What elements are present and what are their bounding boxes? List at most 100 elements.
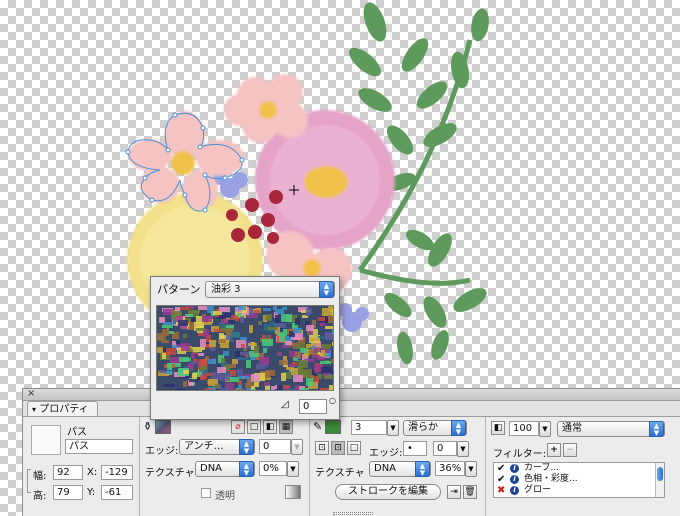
object-type-label: パス (67, 427, 87, 438)
divider (485, 417, 486, 516)
filter-scrollbar[interactable] (655, 463, 664, 497)
opacity-field[interactable]: 100 (509, 421, 539, 436)
stroke-size-arrow-icon[interactable]: ▼ (387, 420, 399, 436)
fill-texture-dropdown[interactable]: DNA ▲ ▼ (195, 461, 255, 477)
filter-name: グロー (524, 485, 552, 495)
fill-edge-mode: アンチ… (184, 441, 224, 452)
chevron-updown-icon: ▲ ▼ (319, 281, 334, 298)
opacity-icon: ◧ (491, 421, 505, 435)
width-field[interactable]: 92 (53, 465, 83, 480)
x-field[interactable]: -129 (101, 465, 133, 480)
pattern-preview (156, 305, 334, 391)
stroke-edge-label: エッジ: (369, 448, 403, 459)
solid-fill-icon[interactable]: □ (247, 420, 261, 434)
chevron-updown-icon: ▲ ▼ (415, 461, 430, 477)
fill-edge-value[interactable]: 0 (259, 439, 291, 454)
stroke-texture-value: DNA (374, 463, 397, 474)
stroke-texture-dropdown[interactable]: DNA ▲ ▼ (369, 461, 431, 477)
pattern-fill-icon[interactable]: ▦ (279, 420, 293, 434)
pattern-title: パターン (157, 283, 201, 296)
paint-bucket-icon: ⚱ (143, 420, 153, 433)
remove-filter-icon[interactable]: − (563, 443, 577, 457)
checkmark-icon[interactable]: ✔ (497, 463, 505, 474)
stroke-color-swatch[interactable] (325, 420, 341, 434)
blend-mode-dropdown[interactable]: 通常 ▲ ▼ (557, 421, 665, 437)
height-field[interactable]: 79 (53, 485, 83, 500)
chevron-updown-icon: ▲ ▼ (451, 420, 466, 436)
filter-row[interactable]: ✔ i 色相・彩度... (494, 474, 664, 485)
fill-edge-arrow-icon[interactable]: ▼ (291, 439, 303, 455)
filter-name: 色相・彩度... (524, 474, 578, 484)
tab-properties[interactable]: ▾ プロパティ (27, 401, 98, 417)
divider (309, 417, 310, 516)
peach-flower-top (224, 74, 308, 143)
stroke-outside-icon[interactable]: □ (347, 441, 361, 455)
fill-pattern-swatch[interactable] (155, 420, 171, 434)
chevron-updown-icon: ▲ ▼ (239, 461, 254, 477)
pattern-selected-label: 油彩 3 (211, 284, 241, 295)
tab-properties-label: プロパティ (39, 404, 89, 415)
stroke-size-field[interactable]: 3 (351, 420, 387, 435)
panel-titlebar[interactable]: × (23, 388, 680, 401)
filter-list[interactable]: ✔ i カーブ... ✔ i 色相・彩度... ✖ i グロー (493, 462, 665, 498)
link-bracket-icon (27, 469, 31, 493)
stroke-smoothing-dropdown[interactable]: 滑らか ▲ ▼ (403, 420, 467, 436)
stroke-edge-type[interactable]: • (403, 441, 427, 456)
transparent-label: 透明 (215, 491, 235, 502)
gradient-fill-icon[interactable]: ◧ (263, 420, 277, 434)
object-thumbnail (31, 425, 61, 455)
chevron-updown-icon: ▲ ▼ (649, 421, 664, 437)
fill-texture-value: DNA (200, 463, 223, 474)
fill-texture-label: テクスチャ (145, 468, 195, 479)
canvas-artwork[interactable] (0, 0, 680, 400)
degree-icon: ○ (329, 396, 336, 405)
add-filter-icon[interactable]: + (547, 443, 561, 457)
opacity-arrow-icon[interactable]: ▼ (539, 421, 551, 437)
no-fill-icon[interactable]: ⌀ (231, 420, 245, 434)
filter-row[interactable]: ✔ i カーブ... (494, 463, 664, 474)
stroke-center-icon[interactable]: ⊡ (331, 441, 345, 455)
pattern-preview-image (157, 306, 333, 390)
stroke-smoothing-value: 滑らか (408, 422, 438, 433)
width-label: 幅: (33, 471, 47, 482)
pattern-dropdown[interactable]: 油彩 3 ▲ ▼ (205, 281, 335, 298)
panel-body: パス パス 幅: 92 X: -129 高: 79 Y: -61 ⚱ ⌀ □ ◧… (23, 416, 680, 516)
scroll-thumb[interactable] (657, 467, 663, 481)
stroke-edge-arrow-icon[interactable]: ▼ (457, 441, 469, 457)
fill-texture-arrow-icon[interactable]: ▼ (287, 461, 299, 477)
fill-texture-amount[interactable]: 0% (259, 461, 287, 476)
pattern-popup: パターン 油彩 3 ▲ ▼ ◿ 0 ○ (150, 276, 340, 420)
height-label: 高: (33, 491, 47, 502)
stroke-texture-label: テクスチャ (315, 468, 365, 479)
stroke-edge-value[interactable]: 0 (433, 441, 457, 456)
gradient-editor-icon[interactable] (285, 485, 301, 499)
x-mark-icon[interactable]: ✖ (497, 485, 505, 496)
divider (139, 417, 140, 516)
collapse-arrow-icon: ▾ (32, 405, 37, 414)
info-icon[interactable]: i (510, 475, 519, 484)
transparent-checkbox[interactable] (201, 488, 211, 498)
attach-stroke-icon[interactable]: ⇥ (447, 485, 461, 499)
stroke-inside-icon[interactable]: ⊡ (315, 441, 329, 455)
trash-icon[interactable]: 🗑 (463, 485, 477, 499)
info-icon[interactable]: i (510, 486, 519, 495)
filter-row[interactable]: ✖ i グロー (494, 485, 664, 496)
edit-stroke-button[interactable]: ストロークを編集 (335, 484, 441, 500)
stroke-texture-arrow-icon[interactable]: ▼ (465, 461, 477, 477)
stroke-texture-amount[interactable]: 36% (435, 461, 465, 476)
filter-label: フィルター: (493, 449, 547, 460)
filter-name: カーブ... (524, 463, 560, 473)
checkmark-icon[interactable]: ✔ (497, 474, 505, 485)
pattern-value-field[interactable]: 0 (299, 399, 327, 414)
fill-edge-dropdown[interactable]: アンチ… ▲ ▼ (179, 439, 255, 455)
close-icon[interactable]: × (27, 388, 35, 399)
pencil-icon: ✎ (313, 420, 323, 433)
resize-grip[interactable] (333, 512, 373, 515)
object-name-field[interactable]: パス (65, 439, 133, 454)
properties-panel: × ▾ プロパティ パス パス 幅: 92 X: -129 高: 79 Y: -… (22, 388, 680, 516)
y-field[interactable]: -61 (101, 485, 133, 500)
chevron-updown-icon: ▲ ▼ (239, 439, 254, 455)
fill-edge-label: エッジ: (145, 446, 179, 457)
triangle-icon: ◿ (281, 399, 289, 410)
info-icon[interactable]: i (510, 464, 519, 473)
